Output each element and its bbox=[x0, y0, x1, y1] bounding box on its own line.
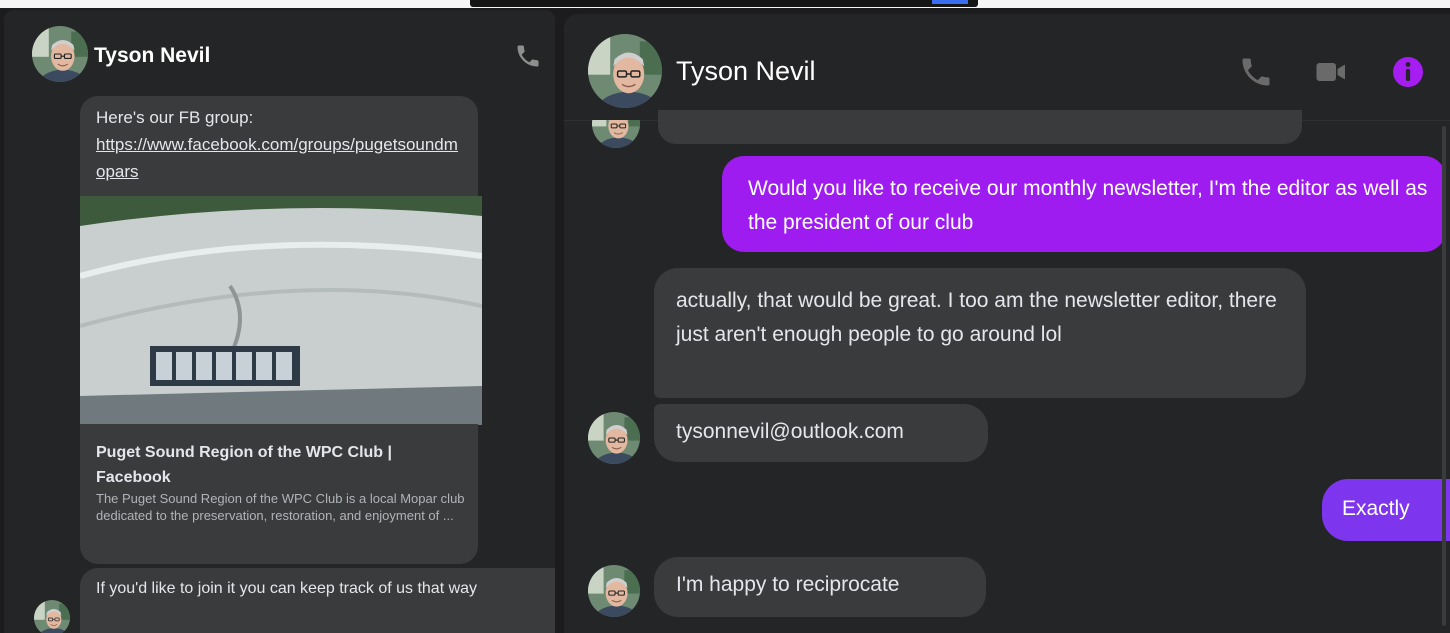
outgoing-message[interactable]: Would you like to receive our monthly ne… bbox=[722, 156, 1446, 252]
message-text: actually, that would be great. I too am … bbox=[676, 289, 1277, 346]
incoming-message[interactable]: tysonnevil@outlook.com bbox=[654, 404, 988, 462]
scrollbar[interactable] bbox=[1442, 126, 1446, 626]
message-bubble-link: Here's our FB group: https://www.faceboo… bbox=[80, 96, 478, 206]
outgoing-message[interactable]: Exactly bbox=[1322, 479, 1450, 541]
mini-chat-contact-name[interactable]: Tyson Nevil bbox=[94, 44, 210, 68]
phone-icon[interactable] bbox=[1236, 54, 1276, 90]
mini-chat-window: Tyson Nevil Here's our FB group: https:/… bbox=[4, 10, 555, 633]
link-preview-card[interactable]: Puget Sound Region of the WPC Club | Fac… bbox=[80, 424, 478, 564]
link-preview-title: Puget Sound Region of the WPC Club | Fac… bbox=[96, 444, 392, 486]
message-bubble: If you'd like to join it you can keep tr… bbox=[80, 568, 555, 633]
browser-top-strip bbox=[0, 0, 1450, 8]
link-preview-image[interactable] bbox=[80, 196, 482, 425]
message-text: Exactly bbox=[1342, 497, 1410, 520]
contact-avatar[interactable] bbox=[588, 34, 662, 108]
contact-avatar-partial bbox=[592, 120, 640, 148]
chat-contact-name[interactable]: Tyson Nevil bbox=[676, 56, 816, 87]
incoming-message[interactable]: I'm happy to reciprocate bbox=[654, 557, 986, 617]
browser-tab[interactable] bbox=[470, 0, 978, 7]
message-text: I'm happy to reciprocate bbox=[676, 573, 900, 596]
message-bubble-partial bbox=[658, 110, 1302, 144]
contact-avatar-small bbox=[588, 565, 640, 617]
contact-avatar[interactable] bbox=[32, 26, 88, 82]
message-text: If you'd like to join it you can keep tr… bbox=[96, 580, 478, 597]
info-icon[interactable] bbox=[1388, 54, 1428, 90]
message-text: Would you like to receive our monthly ne… bbox=[748, 177, 1428, 234]
incoming-message[interactable]: actually, that would be great. I too am … bbox=[654, 268, 1306, 398]
contact-avatar-small bbox=[34, 600, 70, 633]
phone-icon[interactable] bbox=[514, 42, 542, 70]
main-chat-window: Tyson Nevil Would you like to receive ou… bbox=[564, 14, 1450, 633]
link-preview-description: The Puget Sound Region of the WPC Club i… bbox=[96, 491, 465, 523]
contact-avatar-small bbox=[588, 412, 640, 464]
message-text: Here's our FB group: bbox=[96, 108, 254, 127]
group-link[interactable]: https://www.facebook.com/groups/pugetsou… bbox=[96, 131, 466, 185]
video-icon[interactable] bbox=[1310, 54, 1350, 90]
tab-accent bbox=[932, 0, 968, 4]
message-text: tysonnevil@outlook.com bbox=[676, 420, 904, 443]
